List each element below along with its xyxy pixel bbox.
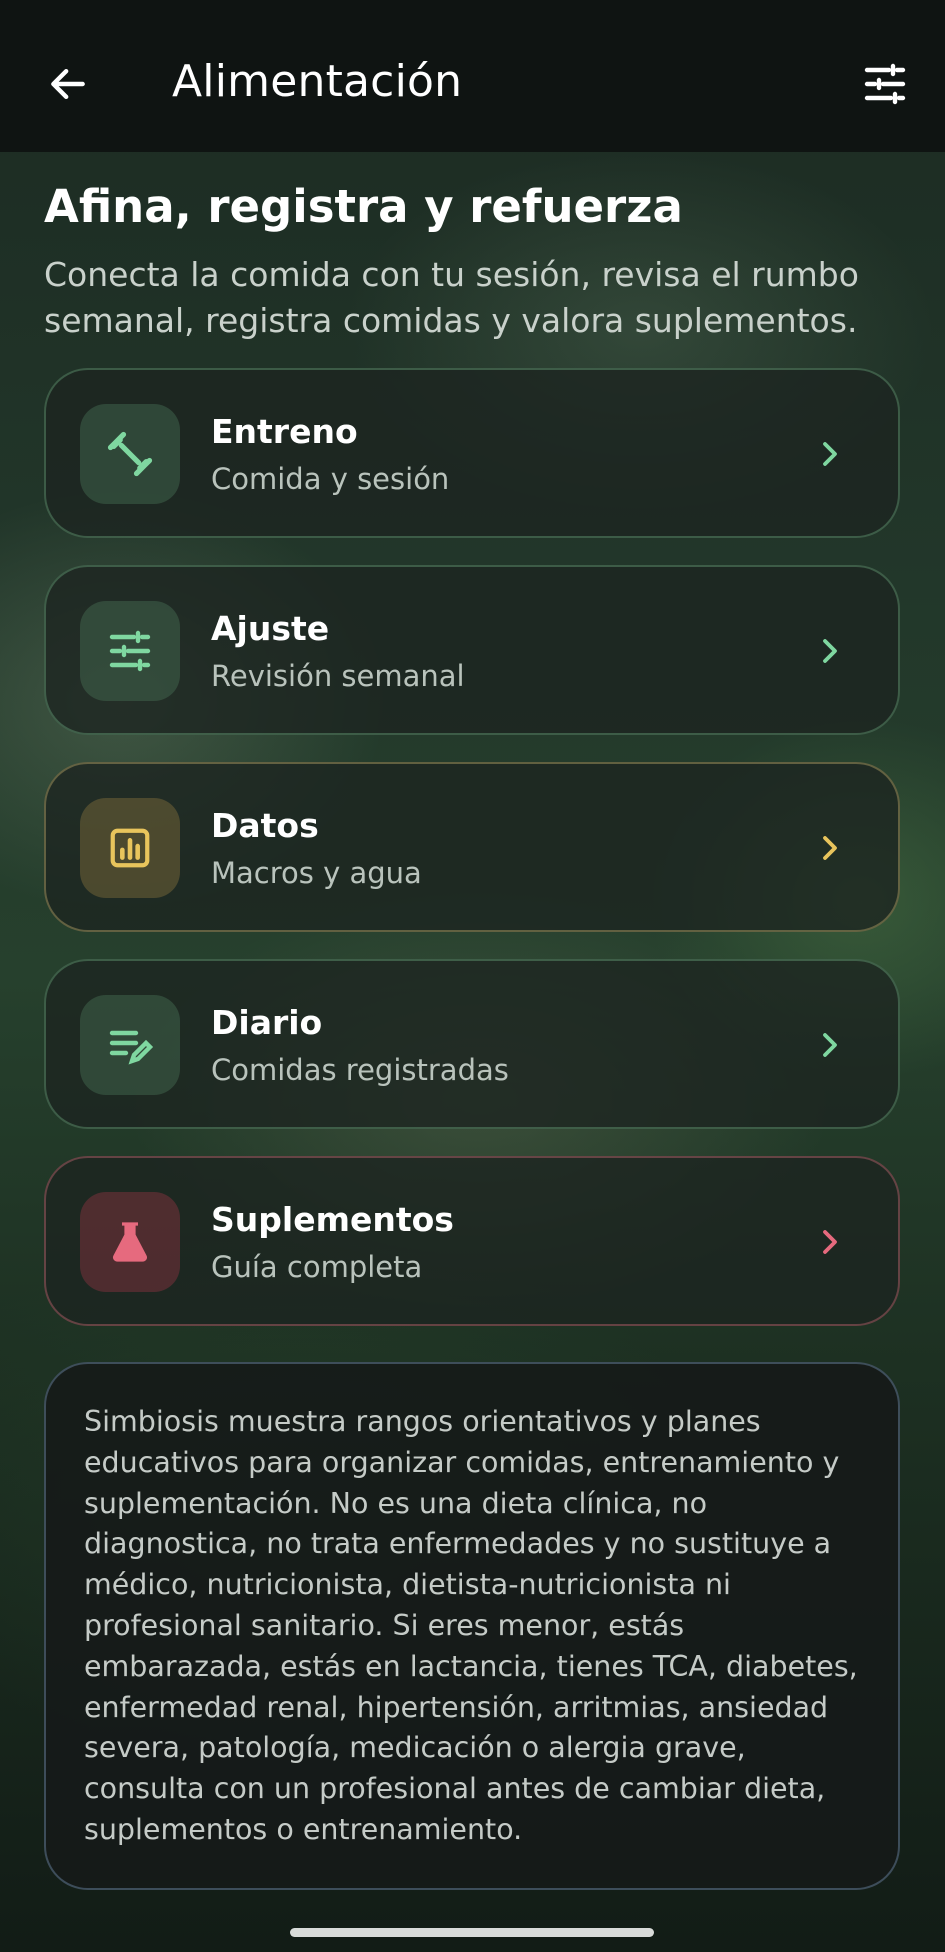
card-subtitle: Comida y sesión xyxy=(211,462,450,496)
card-title: Ajuste xyxy=(211,609,330,648)
dumbbell-icon xyxy=(107,431,153,477)
card-title: Suplementos xyxy=(211,1200,454,1239)
disclaimer-card: Simbiosis muestra rangos orientativos y … xyxy=(44,1362,900,1890)
back-button[interactable] xyxy=(36,52,100,116)
filter-button[interactable] xyxy=(853,52,917,116)
page-title: Alimentación xyxy=(172,56,463,107)
card-diario[interactable]: Diario Comidas registradas xyxy=(44,959,900,1129)
card-datos[interactable]: Datos Macros y agua xyxy=(44,762,900,932)
chevron-right-icon xyxy=(812,830,848,866)
card-title: Diario xyxy=(211,1003,323,1042)
arrow-left-icon xyxy=(51,68,85,100)
card-entreno[interactable]: Entreno Comida y sesión xyxy=(44,368,900,538)
card-subtitle: Comidas registradas xyxy=(211,1053,509,1087)
card-title: Entreno xyxy=(211,412,358,451)
card-suplementos[interactable]: Suplementos Guía completa xyxy=(44,1156,900,1326)
card-subtitle: Macros y agua xyxy=(211,856,422,890)
card-icon-tile xyxy=(80,404,180,504)
card-icon-tile xyxy=(80,798,180,898)
tune-sliders-icon xyxy=(109,630,151,672)
card-title: Datos xyxy=(211,806,319,845)
card-icon-tile xyxy=(80,601,180,701)
section-title: Afina, registra y refuerza xyxy=(44,180,683,233)
chevron-right-icon xyxy=(812,1027,848,1063)
edit-note-icon xyxy=(109,1030,154,1065)
chevron-right-icon xyxy=(812,633,848,669)
chevron-right-icon xyxy=(812,436,848,472)
chevron-right-icon xyxy=(812,1224,848,1260)
flask-icon xyxy=(113,1222,147,1262)
tune-sliders-icon xyxy=(864,63,906,105)
card-ajuste[interactable]: Ajuste Revisión semanal xyxy=(44,565,900,735)
card-subtitle: Guía completa xyxy=(211,1250,423,1284)
disclaimer-text: Simbiosis muestra rangos orientativos y … xyxy=(84,1405,858,1846)
card-icon-tile xyxy=(80,1192,180,1292)
section-description: Conecta la comida con tu sesión, revisa … xyxy=(44,255,859,340)
app-bar: Alimentación xyxy=(0,0,945,152)
home-indicator[interactable] xyxy=(290,1928,654,1937)
card-icon-tile xyxy=(80,995,180,1095)
card-subtitle: Revisión semanal xyxy=(211,659,465,693)
bar-chart-icon xyxy=(110,828,150,868)
